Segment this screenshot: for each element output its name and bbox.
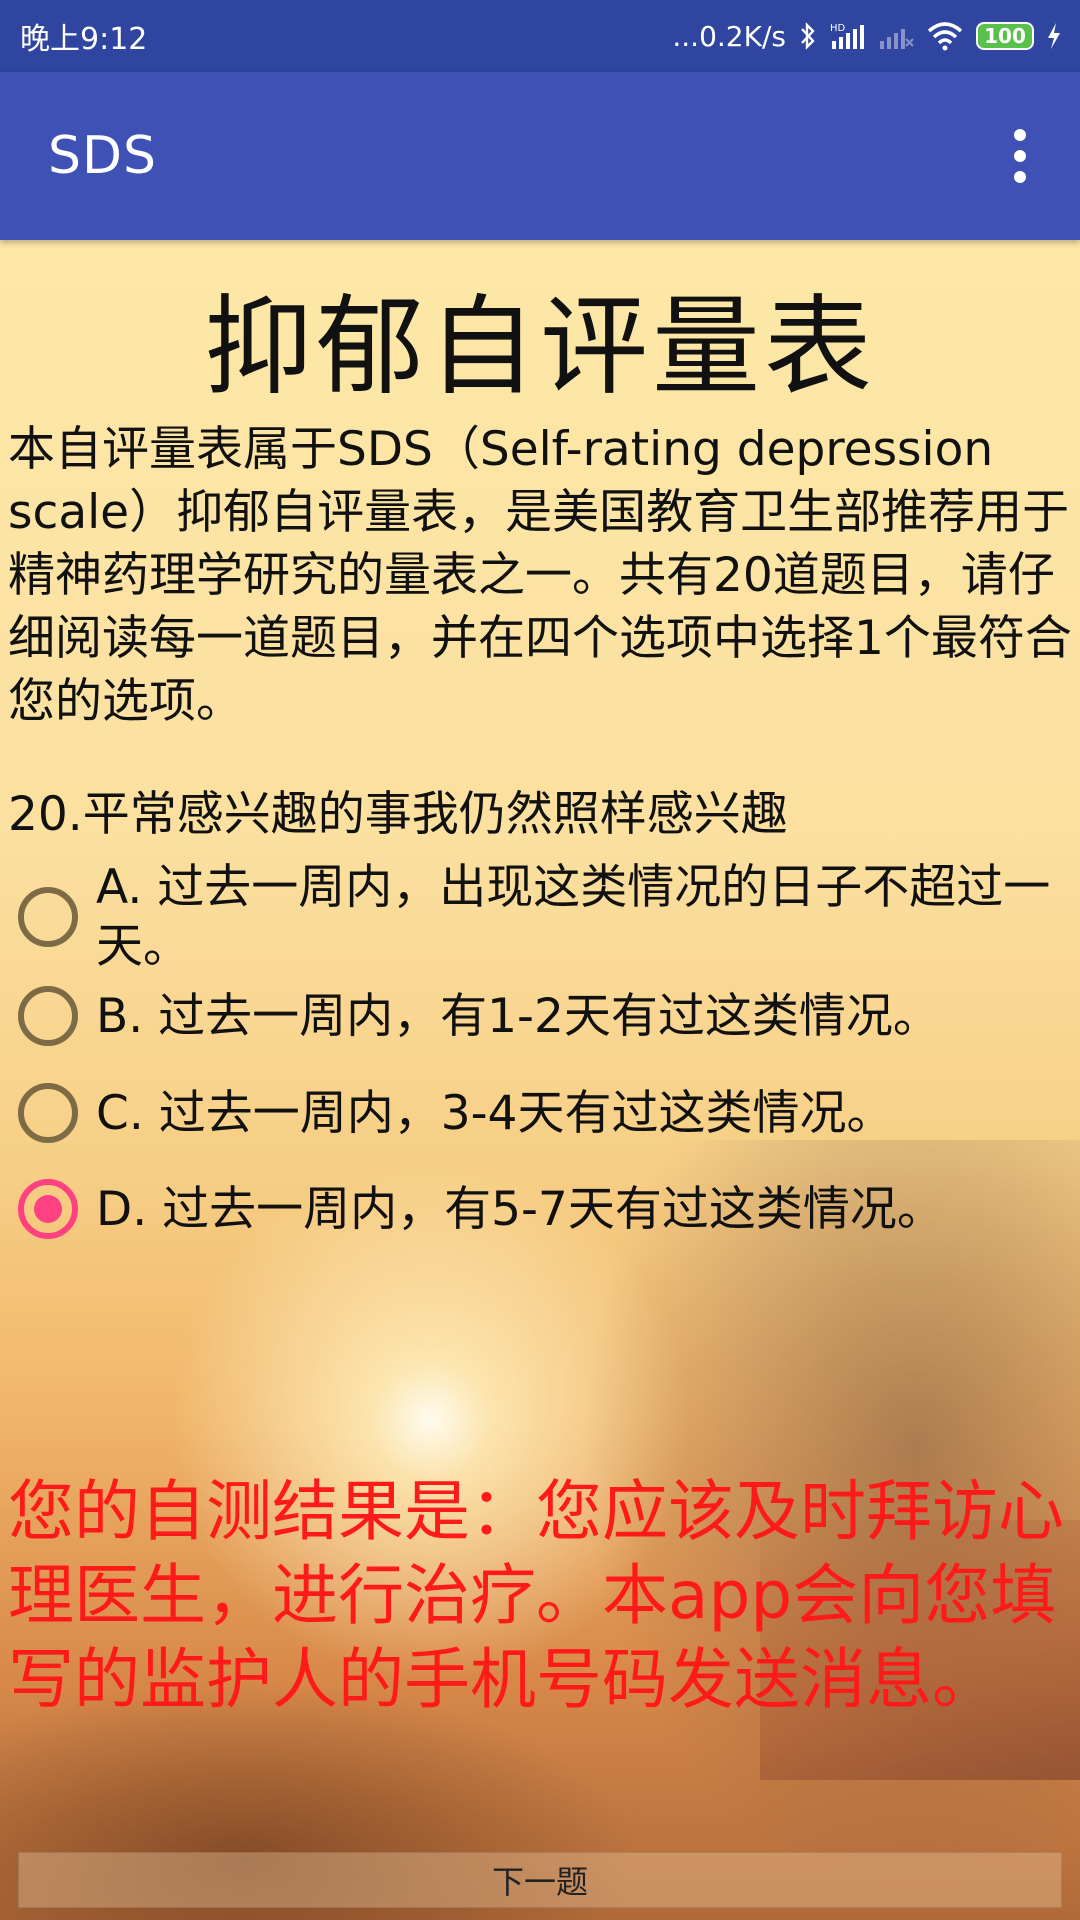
wifi-icon — [926, 21, 964, 51]
overflow-menu-icon[interactable] — [1000, 116, 1040, 196]
option-label: A. 过去一周内，出现这类情况的日子不超过一天。 — [96, 860, 1051, 974]
option-b[interactable]: B. 过去一周内，有1-2天有过这类情况。 — [0, 982, 1080, 1050]
content-area: 抑郁自评量表 本自评量表属于SDS（Self-rating depression… — [0, 240, 1080, 1920]
app-title: SDS — [48, 126, 158, 186]
status-bar: 晚上9:12 ...0.2K/s HD 100 — [0, 0, 1080, 72]
page-title: 抑郁自评量表 — [203, 285, 876, 410]
charging-icon — [1046, 21, 1062, 51]
option-d[interactable]: D. 过去一周内，有5-7天有过这类情况。 — [0, 1178, 1080, 1246]
net-speed: ...0.2K/s — [672, 19, 786, 53]
app-bar: SDS — [0, 72, 1080, 240]
status-right: ...0.2K/s HD 100 — [672, 20, 1062, 53]
battery-icon: 100 — [976, 22, 1034, 50]
bluetooth-icon — [798, 21, 818, 51]
radio-button[interactable] — [18, 887, 78, 947]
option-c[interactable]: C. 过去一周内，3-4天有过这类情况。 — [0, 1080, 1080, 1148]
next-question-button[interactable]: 下一题 — [18, 1852, 1062, 1908]
option-a[interactable]: A. 过去一周内，出现这类情况的日子不超过一天。 — [0, 858, 1080, 976]
status-time: 晚上9:12 — [20, 22, 148, 57]
result-text: 您的自测结果是：您应该及时拜访心理医生，进行治疗。本app会向您填写的监护人的手… — [8, 1473, 1064, 1718]
intro-text: 本自评量表属于SDS（Self-rating depression scale）… — [8, 422, 1072, 729]
option-label: D. 过去一周内，有5-7天有过这类情况。 — [96, 1182, 944, 1237]
option-label: B. 过去一周内，有1-2天有过这类情况。 — [96, 989, 940, 1044]
radio-button[interactable] — [18, 986, 78, 1046]
hd-signal-icon: HD — [830, 21, 866, 51]
question-text: 20.平常感兴趣的事我仍然照样感兴趣 — [8, 787, 788, 842]
menu-dot — [1014, 171, 1026, 183]
signal-icon — [878, 21, 914, 51]
radio-button-checked[interactable] — [18, 1179, 78, 1239]
option-label: C. 过去一周内，3-4天有过这类情况。 — [96, 1086, 894, 1141]
radio-dot — [34, 1195, 62, 1223]
status-left: 晚上9:12 — [20, 14, 147, 58]
svg-text:HD: HD — [830, 23, 846, 34]
radio-button[interactable] — [18, 1083, 78, 1143]
menu-dot — [1014, 129, 1026, 141]
menu-dot — [1014, 150, 1026, 162]
